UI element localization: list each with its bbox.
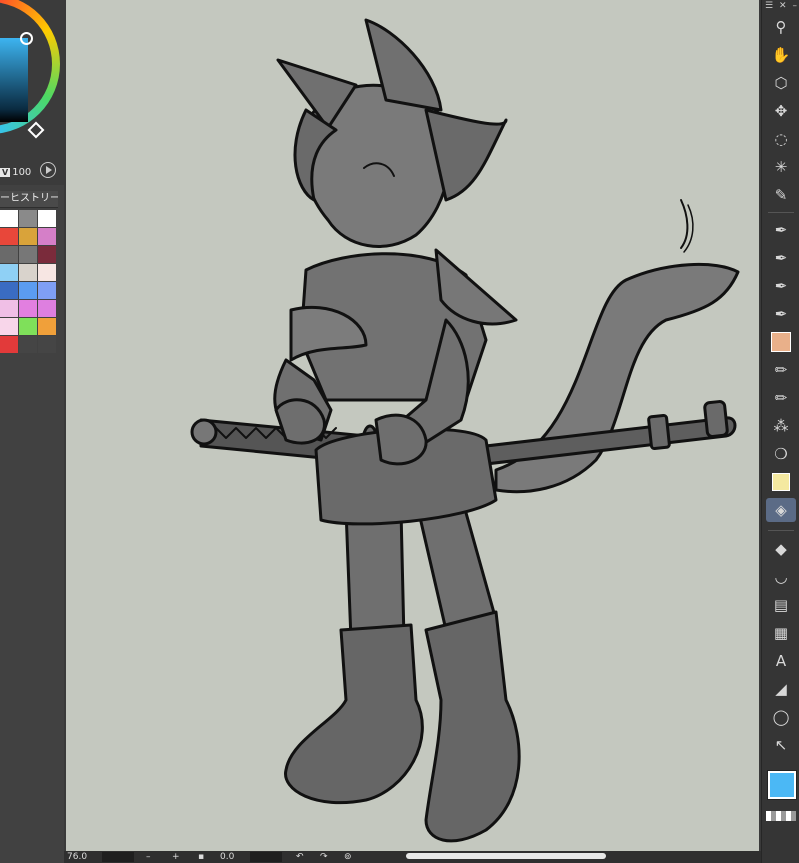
curve-tool-icon[interactable]: ◡ bbox=[766, 565, 796, 589]
magic-wand-icon[interactable]: ✳ bbox=[766, 155, 796, 179]
move-tool-icon[interactable]: ✥ bbox=[766, 99, 796, 123]
close-icon[interactable]: ✕ bbox=[779, 0, 787, 12]
eraser-tool-icon[interactable]: ◈ bbox=[766, 498, 796, 522]
character-illustration bbox=[190, 18, 740, 843]
color-swatch[interactable] bbox=[19, 246, 37, 263]
reset-rotation-icon[interactable]: ⊚ bbox=[344, 851, 352, 863]
value-number: 100 bbox=[12, 167, 32, 178]
history-tab[interactable]: ーヒストリー bbox=[0, 191, 58, 208]
pencil-tool-icon[interactable]: ✏ bbox=[766, 358, 796, 382]
hand-tool-icon[interactable]: ✋ bbox=[766, 43, 796, 67]
zoom-out-button[interactable]: – bbox=[146, 851, 151, 863]
angle-slider[interactable] bbox=[250, 852, 282, 862]
object-tool-icon[interactable]: ⬡ bbox=[766, 71, 796, 95]
color-swatch[interactable] bbox=[38, 264, 56, 281]
pen-tool-2-icon[interactable]: ✒ bbox=[766, 246, 796, 270]
drawing-canvas[interactable] bbox=[66, 0, 759, 851]
angle-value[interactable]: 0.0 bbox=[220, 851, 234, 863]
color-swatch[interactable] bbox=[38, 282, 56, 299]
color-swatch[interactable] bbox=[19, 210, 37, 227]
ruler-tool-icon[interactable]: ◢ bbox=[766, 677, 796, 701]
color-swatch[interactable] bbox=[38, 336, 56, 353]
correction-tool-icon[interactable]: ↖ bbox=[766, 733, 796, 757]
brush-preset-icon[interactable] bbox=[766, 330, 796, 354]
tool-palette: ☰ ✕ – ⚲ ✋ ⬡ ✥ ◌ ✳ ✎ ✒ ✒ ✒ ✒ ✏ ✏ ⁂ ❍ ◈ ◆ … bbox=[761, 0, 799, 863]
text-tool-icon[interactable]: A bbox=[766, 649, 796, 673]
color-swatch[interactable] bbox=[0, 282, 18, 299]
hue-picker-handle[interactable] bbox=[27, 121, 45, 139]
home-indicator bbox=[406, 853, 606, 859]
saturation-value-square[interactable] bbox=[0, 38, 28, 122]
pen-tool-4-icon[interactable]: ✒ bbox=[766, 302, 796, 326]
color-swatch[interactable] bbox=[38, 228, 56, 245]
transparent-color-chip[interactable] bbox=[766, 811, 796, 821]
color-swatch[interactable] bbox=[19, 300, 37, 317]
eyedropper-icon[interactable]: ✎ bbox=[766, 183, 796, 207]
play-icon[interactable] bbox=[40, 162, 56, 178]
color-swatch[interactable] bbox=[19, 318, 37, 335]
color-swatch-grid bbox=[0, 210, 57, 353]
color-swatch[interactable] bbox=[0, 210, 18, 227]
left-panel: V 100 ーヒストリー bbox=[0, 0, 64, 863]
color-swatch[interactable] bbox=[0, 246, 18, 263]
lasso-tool-icon[interactable]: ◌ bbox=[766, 127, 796, 151]
rotate-left-icon[interactable]: ↶ bbox=[296, 851, 304, 863]
pencil-tool-2-icon[interactable]: ✏ bbox=[766, 386, 796, 410]
color-swatch[interactable] bbox=[0, 336, 18, 353]
frame-tool-icon[interactable]: ▦ bbox=[766, 621, 796, 645]
marker-tool-icon[interactable] bbox=[766, 470, 796, 494]
color-swatch[interactable] bbox=[0, 300, 18, 317]
pen-tool-3-icon[interactable]: ✒ bbox=[766, 274, 796, 298]
color-swatch[interactable] bbox=[0, 318, 18, 335]
balloon-tool-icon[interactable]: ◯ bbox=[766, 705, 796, 729]
color-swatch[interactable] bbox=[19, 282, 37, 299]
color-swatch[interactable] bbox=[38, 210, 56, 227]
fit-icon[interactable]: ▪ bbox=[198, 851, 204, 863]
tool-separator bbox=[768, 212, 794, 213]
color-wheel-panel: V 100 bbox=[0, 0, 64, 185]
zoom-value[interactable]: 76.0 bbox=[67, 851, 87, 863]
zoom-in-button[interactable]: + bbox=[172, 851, 180, 863]
color-swatch[interactable] bbox=[19, 228, 37, 245]
gradient-tool-icon[interactable]: ▤ bbox=[766, 593, 796, 617]
color-swatch[interactable] bbox=[19, 264, 37, 281]
menu-icon[interactable]: ☰ bbox=[765, 0, 773, 12]
value-readout: V 100 bbox=[0, 167, 31, 178]
color-swatch[interactable] bbox=[38, 318, 56, 335]
color-swatch[interactable] bbox=[0, 228, 18, 245]
color-swatch[interactable] bbox=[38, 246, 56, 263]
color-swatch[interactable] bbox=[19, 336, 37, 353]
main-color-chip[interactable] bbox=[768, 771, 796, 799]
pen-tool-icon[interactable]: ✒ bbox=[766, 218, 796, 242]
zoom-slider[interactable] bbox=[102, 852, 134, 862]
bottom-status-bar: 76.0 – + ▪ 0.0 ↶ ↷ ⊚ bbox=[64, 851, 761, 863]
airbrush-tool-icon[interactable]: ⁂ bbox=[766, 414, 796, 438]
rotate-right-icon[interactable]: ↷ bbox=[320, 851, 328, 863]
watercolor-tool-icon[interactable]: ❍ bbox=[766, 442, 796, 466]
color-swatch[interactable] bbox=[0, 264, 18, 281]
palette-header: ☰ ✕ – bbox=[762, 0, 799, 12]
fill-tool-icon[interactable]: ◆ bbox=[766, 537, 796, 561]
tool-separator bbox=[768, 530, 794, 531]
color-swatch[interactable] bbox=[38, 300, 56, 317]
zoom-tool-icon[interactable]: ⚲ bbox=[766, 15, 796, 39]
minimize-icon[interactable]: – bbox=[793, 0, 798, 12]
value-label: V bbox=[0, 168, 11, 177]
sv-picker-handle[interactable] bbox=[20, 32, 33, 45]
